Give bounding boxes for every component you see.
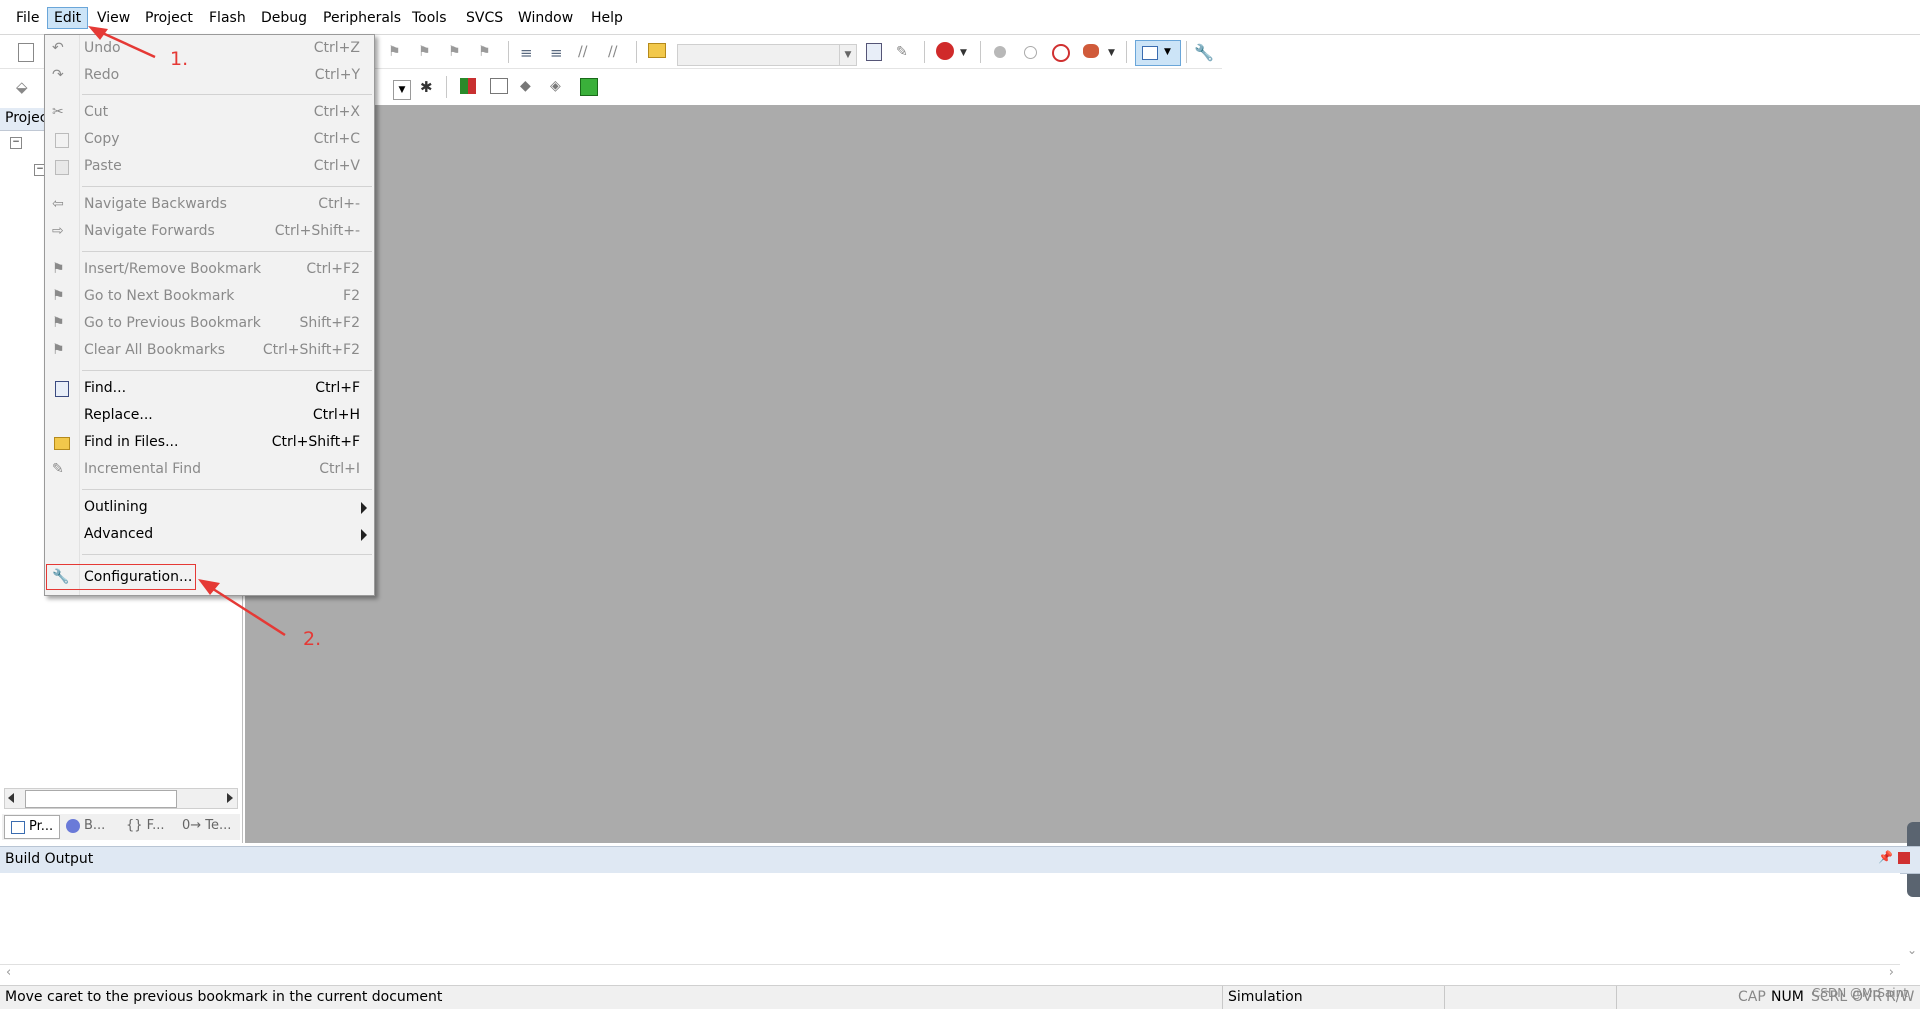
annotation-label-2: 2. xyxy=(303,628,322,650)
annotation-label-1: 1. xyxy=(170,48,189,70)
annotation-arrow-2 xyxy=(209,585,286,637)
annotation-arrowhead-1 xyxy=(88,26,108,40)
annotation-arrow-1 xyxy=(97,29,156,59)
annotation-arrows xyxy=(88,26,286,637)
